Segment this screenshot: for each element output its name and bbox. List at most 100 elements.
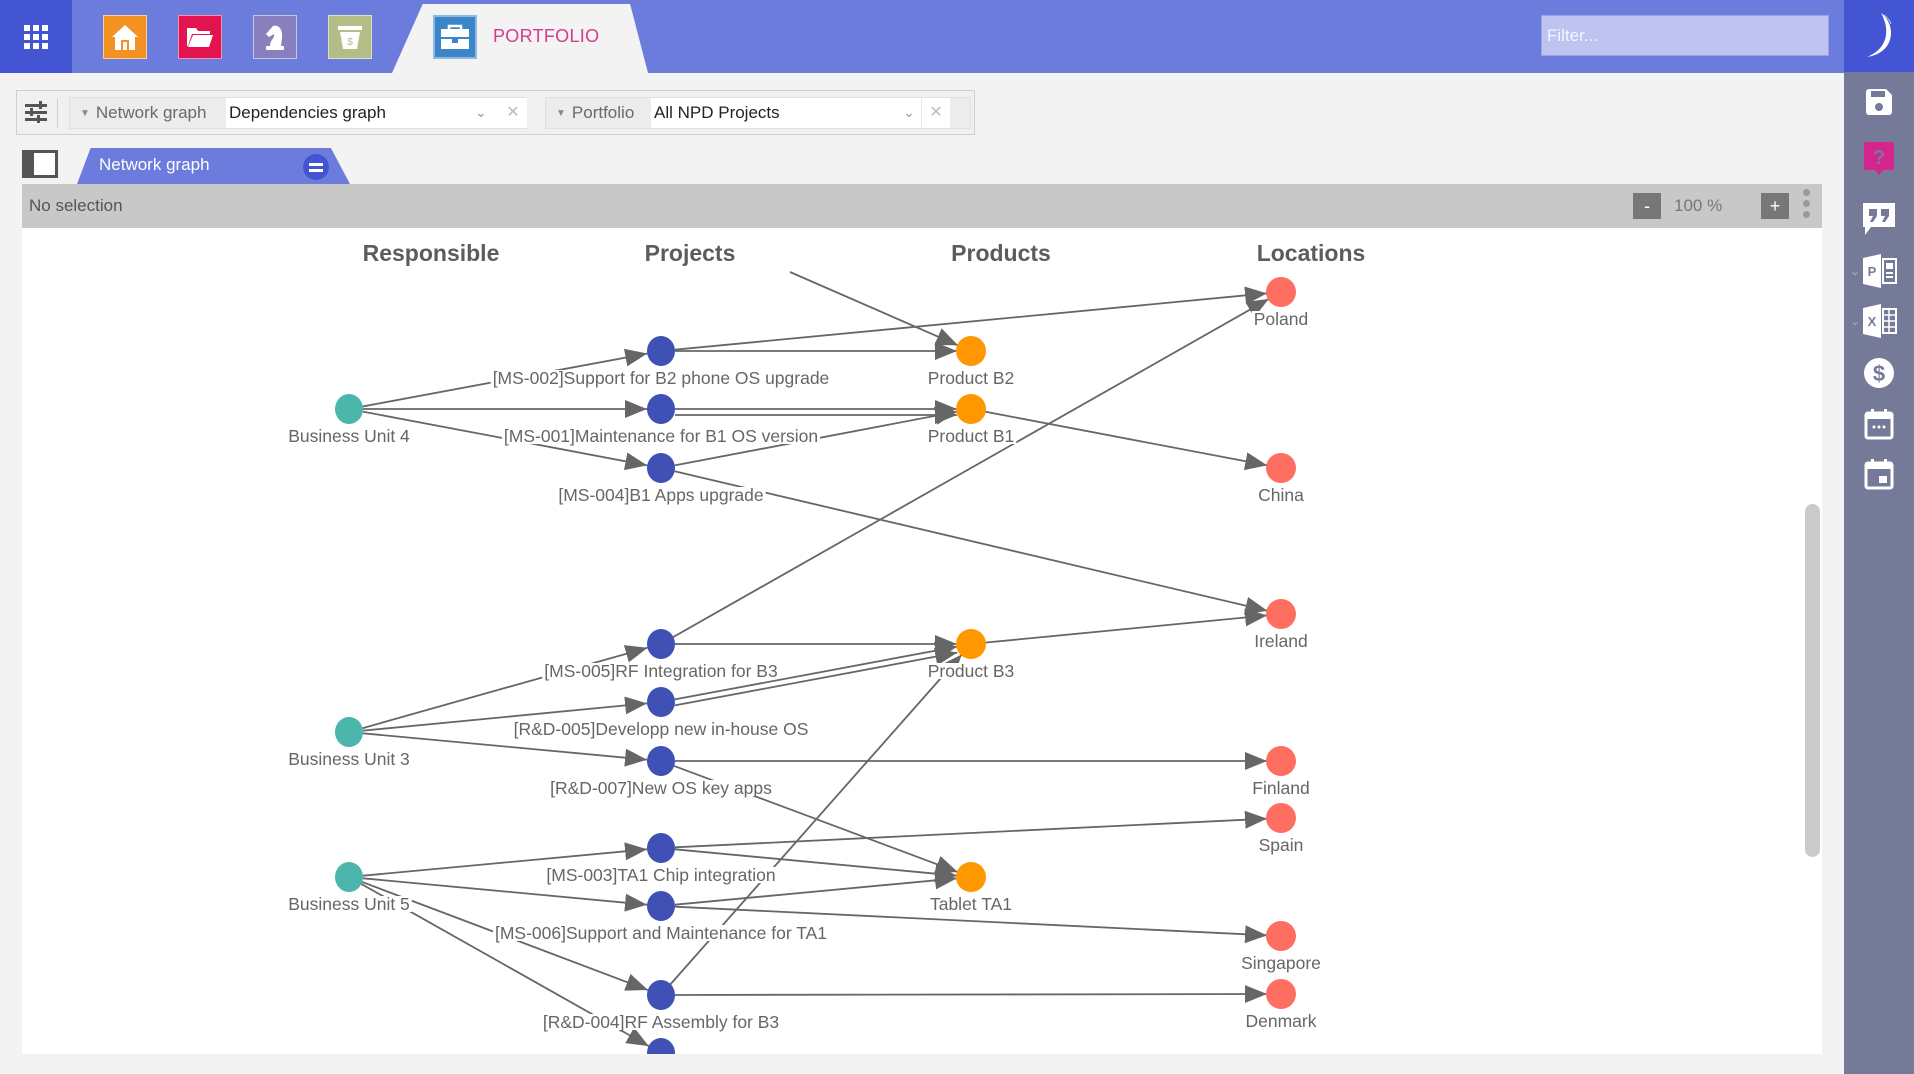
node-label-rd004: [R&D-004]RF Assembly for B3 — [543, 1012, 779, 1032]
column-header-responsible: Responsible — [363, 240, 500, 266]
svg-text:$: $ — [347, 37, 353, 48]
node-label-ms001: [MS-001]Maintenance for B1 OS version — [504, 426, 818, 446]
graph-node-poland[interactable] — [1266, 277, 1296, 307]
folder-open-icon — [187, 28, 213, 47]
filter-separator — [57, 99, 58, 128]
node-label-bu4: Business Unit 4 — [288, 426, 410, 446]
graph-node-ms003[interactable] — [647, 833, 675, 863]
node-label-rd007: [R&D-007]New OS key apps — [550, 778, 772, 798]
caret-down-icon: ▼ — [80, 108, 90, 119]
node-label-ms006: [MS-006]Support and Maintenance for TA1 — [495, 923, 827, 943]
portfolio-filter: ▼ Portfolio All NPD Projects ⌄ ✕ — [545, 97, 971, 129]
graph-node-b3[interactable] — [956, 629, 986, 659]
save-button[interactable] — [1844, 80, 1914, 124]
budget-app-button[interactable]: $ — [328, 15, 372, 59]
chevron-down-icon[interactable]: ⌄ — [903, 98, 915, 128]
save-icon — [1866, 89, 1892, 115]
export-powerpoint-button[interactable]: ⌄ P — [1844, 249, 1914, 293]
graph-node-singapore[interactable] — [1266, 921, 1296, 951]
comments-button[interactable] — [1844, 198, 1914, 242]
chevron-down-icon[interactable]: ⌄ — [475, 98, 487, 128]
node-label-ms004: [MS-004]B1 Apps upgrade — [558, 485, 763, 505]
clear-portfolio-button[interactable]: ✕ — [922, 98, 950, 128]
edge-b1-china[interactable] — [984, 410, 1268, 471]
global-filter-input[interactable] — [1541, 15, 1829, 56]
filter-settings-button[interactable] — [23, 99, 49, 127]
node-label-b3: Product B3 — [928, 661, 1015, 681]
portfolio-filter-label[interactable]: ▼ Portfolio — [546, 98, 634, 128]
graph-node-bu5[interactable] — [335, 862, 363, 892]
column-header-projects: Projects — [645, 240, 736, 266]
graph-toolbar: No selection - 100 % + — [22, 184, 1822, 228]
edge-b3-ireland[interactable] — [984, 608, 1268, 644]
calendar-day-button[interactable] — [1844, 452, 1914, 496]
graph-node-rd004[interactable] — [647, 980, 675, 1010]
network-graph-filter: ▼ Network graph Dependencies graph ⌄ ✕ — [69, 97, 527, 129]
node-label-ireland: Ireland — [1254, 631, 1308, 651]
edge-ms003-spain[interactable] — [674, 810, 1268, 849]
selection-status: No selection — [29, 196, 123, 215]
node-label-ms003: [MS-003]TA1 Chip integration — [546, 865, 775, 885]
graph-node-ireland[interactable] — [1266, 599, 1296, 629]
briefcase-icon — [441, 24, 469, 49]
graph-node-ta1[interactable] — [956, 862, 986, 892]
view-tab-menu-button[interactable] — [303, 154, 329, 180]
chess-knight-icon — [266, 25, 284, 50]
help-button[interactable]: ? — [1844, 137, 1914, 181]
strategy-app-button[interactable] — [253, 15, 297, 59]
node-label-b1: Product B1 — [928, 426, 1015, 446]
graph-node-spain[interactable] — [1266, 803, 1296, 833]
zoom-out-button[interactable]: - — [1633, 193, 1661, 219]
apps-menu-button[interactable] — [0, 0, 72, 73]
network-graph-select[interactable]: Dependencies graph — [226, 98, 499, 128]
graph-node-denmark[interactable] — [1266, 979, 1296, 1009]
more-options-button[interactable] — [1802, 189, 1812, 223]
powerpoint-icon: P — [1863, 254, 1897, 288]
vertical-scrollbar-thumb[interactable] — [1805, 504, 1820, 857]
right-sidebar: ? ⌄ P ⌄ X $ — [1844, 72, 1914, 1074]
graph-node-b2[interactable] — [956, 336, 986, 366]
excel-icon: X — [1863, 304, 1897, 338]
graph-node-china[interactable] — [1266, 453, 1296, 483]
dollar-icon: $ — [1864, 358, 1894, 388]
graph-node-b1[interactable] — [956, 394, 986, 424]
graph-node-finland[interactable] — [1266, 746, 1296, 776]
home-icon — [112, 25, 138, 50]
chevron-down-icon: ⌄ — [1850, 314, 1861, 328]
zoom-in-button[interactable]: + — [1761, 193, 1789, 219]
apps-grid-icon — [24, 24, 48, 49]
clear-network-graph-button[interactable]: ✕ — [499, 98, 527, 128]
network-graph-filter-label[interactable]: ▼ Network graph — [70, 98, 206, 128]
export-excel-button[interactable]: ⌄ X — [1844, 299, 1914, 343]
portfolio-select[interactable]: All NPD Projects — [651, 98, 921, 128]
column-header-products: Products — [951, 240, 1051, 266]
graph-node-bu3[interactable] — [335, 717, 363, 747]
node-label-spain: Spain — [1259, 835, 1304, 855]
view-tab-label[interactable]: Network graph — [99, 155, 210, 175]
edge-offscreen-b2[interactable] — [789, 271, 959, 347]
app-logo[interactable] — [1844, 0, 1914, 72]
moon-logo-icon — [1867, 13, 1892, 57]
caret-down-icon: ▼ — [556, 108, 566, 119]
node-label-ta1: Tablet TA1 — [930, 894, 1012, 914]
node-label-poland: Poland — [1254, 309, 1309, 329]
chevron-down-icon: ⌄ — [1850, 264, 1861, 278]
graph-node-ms002[interactable] — [647, 336, 675, 366]
help-question-icon: ? — [1864, 142, 1894, 175]
graph-node-bu4[interactable] — [335, 394, 363, 424]
graph-node-ms004[interactable] — [647, 453, 675, 483]
edge-rd004-denmark[interactable] — [674, 985, 1268, 1004]
home-app-button[interactable] — [103, 15, 147, 59]
graph-node-rd005[interactable] — [647, 687, 675, 717]
graph-node-ms001[interactable] — [647, 394, 675, 424]
calendar-button[interactable] — [1844, 402, 1914, 446]
network-graph: Responsible Projects Products Locations Bus… — [286, 240, 1365, 1054]
graph-node-ms006[interactable] — [647, 891, 675, 921]
documents-app-button[interactable] — [178, 15, 222, 59]
network-graph-canvas[interactable]: Responsible Projects Products Locations Bus… — [22, 228, 1822, 1054]
graph-node-rd007[interactable] — [647, 746, 675, 776]
costs-button[interactable]: $ — [1844, 351, 1914, 395]
graph-node-pX[interactable] — [647, 1038, 675, 1054]
graph-node-ms005[interactable] — [647, 629, 675, 659]
toggle-side-panel-button[interactable] — [22, 150, 58, 178]
